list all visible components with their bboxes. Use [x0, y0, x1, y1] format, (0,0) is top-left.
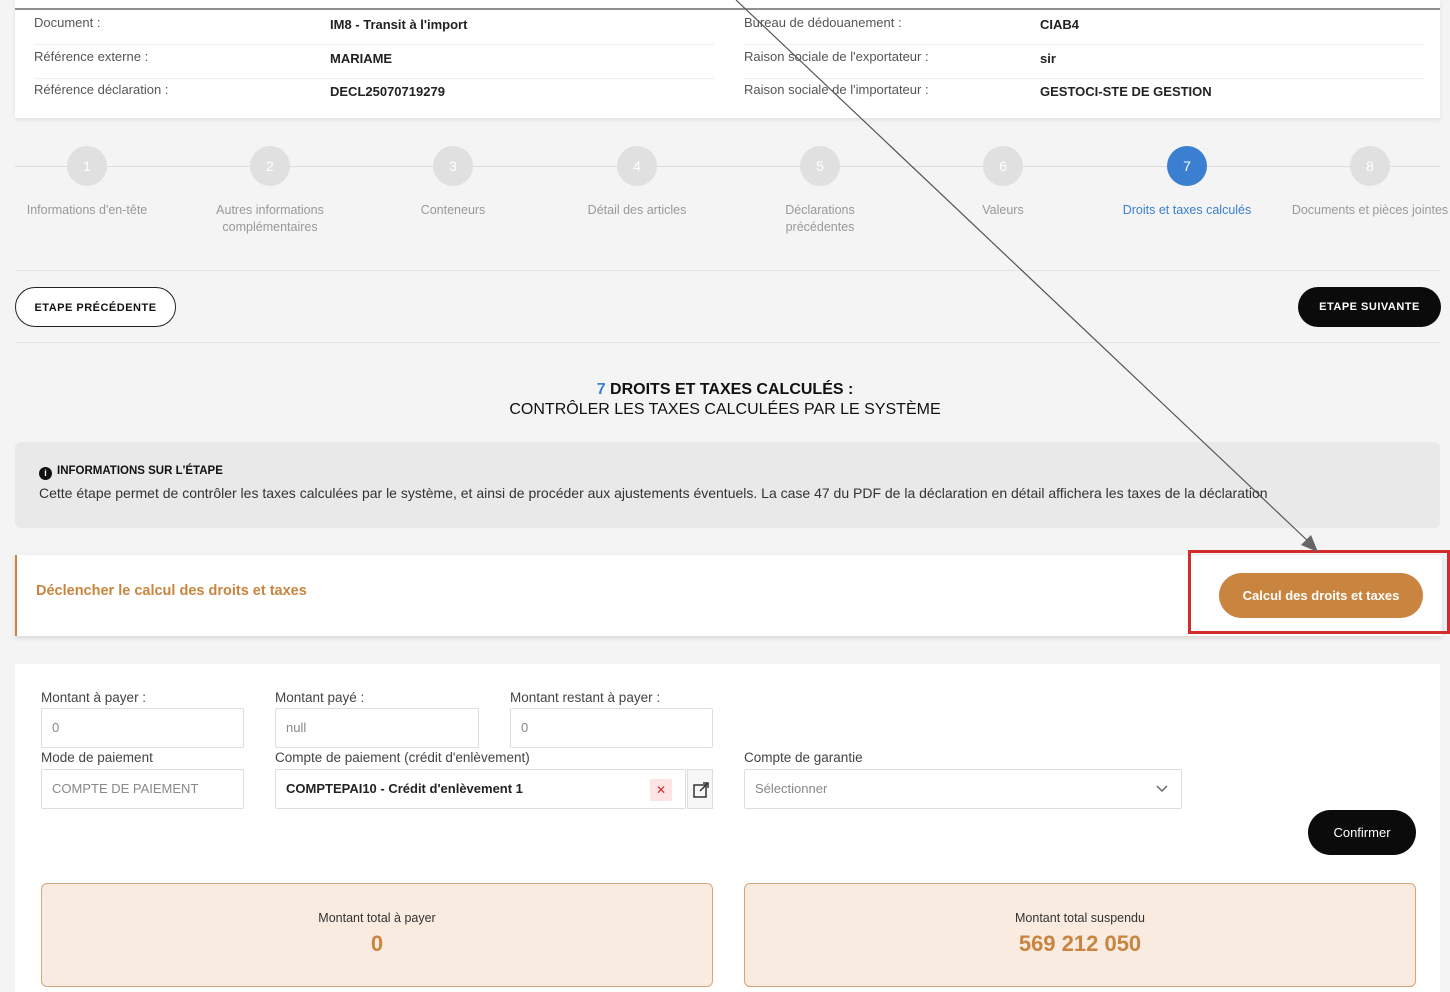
importateur-label: Raison sociale de l'importateur :: [744, 82, 929, 97]
step-3[interactable]: 3 Conteneurs: [363, 146, 543, 219]
total-a-payer-box: Montant total à payer 0: [41, 883, 713, 987]
ref-declaration-label: Référence déclaration :: [34, 82, 169, 97]
step-label: Informations d'en-tête: [26, 203, 148, 217]
info-icon: i: [39, 467, 52, 480]
previous-step-button[interactable]: ETAPE PRÉCÉDENTE: [15, 287, 176, 327]
step-number: 5: [800, 146, 840, 186]
summary-row-importateur: Raison sociale de l'importateur : GESTOC…: [744, 82, 1424, 112]
compte-garantie-select[interactable]: Sélectionner: [744, 769, 1182, 809]
step-number: 4: [617, 146, 657, 186]
step-info-heading-text: INFORMATIONS SUR L'ÉTAPE: [57, 465, 223, 477]
mode-paiement-label: Mode de paiement: [41, 750, 153, 765]
next-step-button[interactable]: ETAPE SUIVANTE: [1298, 287, 1441, 327]
compte-paiement-select[interactable]: COMPTEPAI10 - Crédit d'enlèvement 1: [275, 769, 686, 809]
summary-row-ref-declaration: Référence déclaration : DECL25070719279: [34, 82, 714, 112]
mode-paiement-input[interactable]: COMPTE DE PAIEMENT: [41, 769, 244, 809]
montant-paye-label: Montant payé :: [275, 690, 365, 705]
step-info-heading: i INFORMATIONS SUR L'ÉTAPE: [39, 465, 223, 480]
step-title-text: DROITS ET TAXES CALCULÉS :: [610, 381, 854, 398]
summary-row-bureau: Bureau de dédouanement : CIAB4: [744, 15, 1424, 45]
exportateur-value: sir: [1040, 51, 1056, 66]
step-5[interactable]: 5 Déclarations précédentes: [730, 146, 910, 236]
montant-restant-input[interactable]: 0: [510, 708, 713, 748]
calculate-taxes-text: Déclencher le calcul des droits et taxes: [36, 583, 307, 599]
ref-declaration-value: DECL25070719279: [330, 84, 445, 99]
step-1[interactable]: 1 Informations d'en-tête: [0, 146, 177, 219]
chevron-down-icon: [1156, 785, 1168, 793]
clear-icon[interactable]: ✕: [650, 779, 672, 801]
step-title: 7 DROITS ET TAXES CALCULÉS : CONTRÔLER L…: [0, 381, 1450, 419]
step-info-box: i INFORMATIONS SUR L'ÉTAPE Cette étape pe…: [15, 442, 1440, 528]
total-suspendu-value: 569 212 050: [1018, 931, 1142, 956]
step-label: Valeurs: [982, 203, 1024, 217]
declaration-summary-card: Document : IM8 - Transit à l'import Réfé…: [15, 0, 1440, 118]
total-suspendu-box: Montant total suspendu 569 212 050: [744, 883, 1416, 987]
step-title-number: 7: [596, 381, 606, 398]
step-2[interactable]: 2 Autres informations complémentaires: [180, 146, 360, 236]
montant-a-payer-label: Montant à payer :: [41, 690, 147, 705]
bureau-label: Bureau de dédouanement :: [744, 15, 902, 30]
bureau-value: CIAB4: [1040, 17, 1080, 32]
step-label: Documents et pièces jointes: [1291, 203, 1449, 217]
step-info-text: Cette étape permet de contrôler les taxe…: [39, 485, 1268, 501]
summary-row-exportateur: Raison sociale de l'exportateur : sir: [744, 49, 1424, 79]
summary-row-ref-externe: Référence externe : MARIAME: [34, 49, 714, 79]
ref-externe-label: Référence externe :: [34, 49, 149, 64]
exportateur-label: Raison sociale de l'exportateur :: [744, 49, 929, 64]
step-number: 2: [250, 146, 290, 186]
divider: [15, 342, 1440, 343]
summary-row-document: Document : IM8 - Transit à l'import: [34, 15, 714, 45]
montant-restant-label: Montant restant à payer :: [510, 690, 661, 705]
step-number: 8: [1350, 146, 1390, 186]
importateur-value: GESTOCI-STE DE GESTION: [1040, 84, 1212, 99]
step-label: Déclarations précédentes: [785, 203, 855, 234]
document-value: IM8 - Transit à l'import: [330, 17, 468, 32]
step-label: Détail des articles: [587, 203, 687, 217]
step-number: 3: [433, 146, 473, 186]
step-subtitle: CONTRÔLER LES TAXES CALCULÉES PAR LE SYS…: [509, 401, 941, 418]
external-link-icon: [693, 782, 709, 798]
step-number: 1: [67, 146, 107, 186]
step-6[interactable]: 6 Valeurs: [913, 146, 1093, 219]
step-number: 6: [983, 146, 1023, 186]
compte-garantie-label: Compte de garantie: [744, 750, 863, 765]
highlight-box: [1188, 550, 1450, 634]
total-suspendu-label: Montant total suspendu: [1015, 911, 1145, 925]
divider: [15, 270, 1440, 271]
step-7[interactable]: 7 Droits et taxes calculés: [1097, 146, 1277, 219]
step-label: Conteneurs: [420, 203, 486, 217]
montant-a-payer-input[interactable]: 0: [41, 708, 244, 748]
step-8[interactable]: 8 Documents et pièces jointes: [1280, 146, 1450, 219]
document-label: Document :: [34, 15, 101, 30]
step-label: Autres informations complémentaires: [216, 203, 324, 234]
step-4[interactable]: 4 Détail des articles: [547, 146, 727, 219]
compte-paiement-label: Compte de paiement (crédit d'enlèvement): [275, 750, 530, 765]
step-number: 7: [1167, 146, 1207, 186]
open-external-button[interactable]: [687, 769, 713, 809]
total-a-payer-value: 0: [370, 931, 384, 956]
total-a-payer-label: Montant total à payer: [318, 911, 436, 925]
step-label: Droits et taxes calculés: [1122, 203, 1252, 217]
ref-externe-value: MARIAME: [330, 51, 393, 66]
confirm-button[interactable]: Confirmer: [1308, 810, 1416, 855]
montant-paye-input[interactable]: null: [275, 708, 479, 748]
